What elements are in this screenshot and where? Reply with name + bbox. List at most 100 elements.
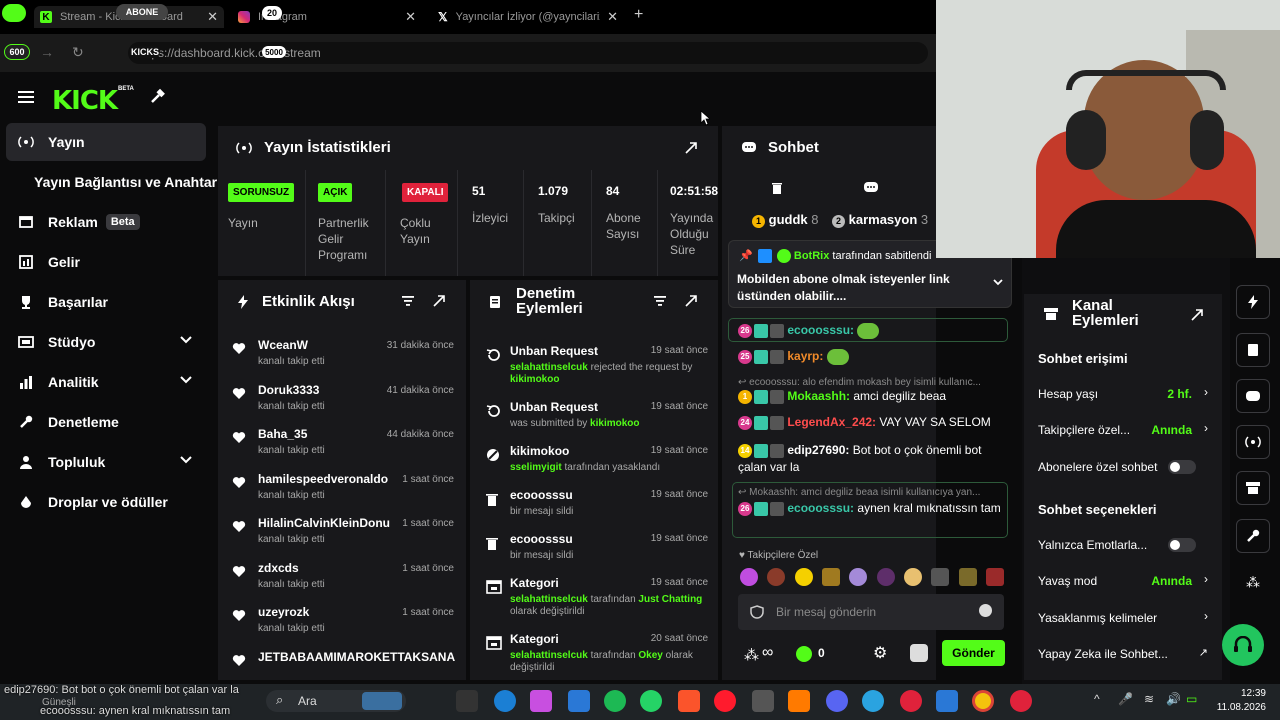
send-button[interactable]: Gönder — [942, 640, 1005, 666]
chrome-icon[interactable] — [972, 690, 994, 712]
sidebar-item-reklam[interactable]: Reklam Beta — [6, 203, 206, 241]
top-user-2[interactable]: 2 karmasyon 3 — [832, 212, 928, 228]
chevron-right-icon[interactable]: › — [1204, 572, 1208, 586]
feed-username[interactable]: JETBABAAMIMAROKETTAKSANA — [258, 650, 455, 664]
chat-username[interactable]: ecooosssu — [787, 501, 850, 515]
spotify-icon[interactable] — [604, 690, 626, 712]
discord-icon[interactable] — [826, 690, 848, 712]
channel-setting-row[interactable]: Yavaş mod Anında › — [1038, 571, 1210, 591]
chat-username[interactable]: LegendAx_242 — [787, 415, 872, 429]
close-tab-icon[interactable]: ✕ — [405, 9, 416, 25]
chevron-down-icon[interactable] — [180, 376, 192, 384]
channel-setting-row[interactable]: Abonelere özel sohbet — [1038, 457, 1210, 477]
taskbar-search[interactable]: ⌕ Ara — [266, 690, 406, 712]
popout-icon[interactable] — [684, 141, 698, 155]
kick-points-icon[interactable]: ⁂ — [744, 646, 759, 664]
channel-setting-row[interactable]: Yalnızca Emotlarla... — [1038, 535, 1210, 555]
clock-time[interactable]: 12:39 — [1232, 688, 1266, 699]
emote-icon[interactable] — [767, 568, 786, 586]
url-field[interactable]: https://dashboard.kick.com/stream — [128, 42, 928, 64]
emote-icon[interactable] — [958, 568, 977, 586]
chevron-down-icon[interactable] — [180, 456, 192, 464]
battery-icon[interactable]: ▭ — [1186, 692, 1197, 706]
reload-icon[interactable]: ↻ — [72, 44, 84, 61]
back-icon[interactable]: → — [40, 44, 54, 60]
tab-instagram[interactable]: Instagram ✕ — [232, 6, 422, 28]
popout-icon[interactable] — [684, 294, 698, 308]
emote-icon[interactable] — [740, 568, 758, 586]
telegram-icon[interactable] — [862, 690, 884, 712]
feed-username[interactable]: uzeyrozk — [258, 605, 309, 619]
emote-icon[interactable] — [849, 568, 868, 586]
app-icon[interactable] — [1010, 690, 1032, 712]
taskview-icon[interactable] — [456, 690, 478, 712]
feed-item[interactable]: Baha_35 kanalı takip etti 44 dakika önce — [218, 423, 466, 467]
feed-username[interactable]: WceanW — [258, 338, 308, 352]
feed-item[interactable]: HilalinCalvinKleinDonu kanalı takip etti 1… — [218, 512, 466, 556]
chat-username[interactable]: ecooosssu — [787, 323, 850, 337]
tab-x[interactable]: 𝕏 Yayıncılar İzliyor (@yayncilarizlio ✕ — [432, 6, 624, 28]
filter-icon[interactable] — [654, 296, 666, 306]
feed-username[interactable]: hamilespeedveronaldo — [258, 472, 388, 486]
sidebar-item-denetleme[interactable]: Denetleme — [6, 403, 206, 441]
feed-username[interactable]: Doruk3333 — [258, 383, 319, 397]
chevron-down-icon[interactable] — [180, 336, 192, 344]
emote-icon[interactable] — [903, 568, 922, 586]
volume-icon[interactable]: 🔊 — [1166, 692, 1181, 706]
emoji-icon[interactable] — [979, 604, 992, 617]
emote-icon[interactable] — [794, 568, 813, 586]
wifi-icon[interactable]: ≋ — [1144, 692, 1154, 706]
chevron-right-icon[interactable]: › — [1204, 609, 1208, 623]
whatsapp-icon[interactable] — [640, 690, 662, 712]
sidebar-item-yayin[interactable]: Yayın — [6, 123, 206, 161]
feed-item[interactable]: zdxcds kanalı takip etti 1 saat önce — [218, 557, 466, 601]
kick-logo[interactable]: KICK — [52, 86, 118, 116]
emote-icon[interactable] — [821, 568, 840, 586]
app-icon[interactable] — [788, 690, 810, 712]
popout-icon[interactable] — [432, 294, 446, 308]
app-icon[interactable] — [936, 690, 958, 712]
sidebar-item-studyo[interactable]: Stüdyo — [6, 323, 206, 361]
store-icon[interactable] — [568, 690, 590, 712]
toggle-switch[interactable] — [1168, 538, 1196, 552]
sidebar-item-gelir[interactable]: Gelir — [6, 243, 206, 281]
channel-setting-row[interactable]: Yapay Zeka ile Sohbet... ↗ — [1038, 644, 1210, 664]
chat-username[interactable]: Mokaashh — [787, 389, 846, 403]
new-tab-button[interactable]: + — [634, 6, 643, 24]
chevron-right-icon[interactable]: › — [1204, 421, 1208, 435]
tray-chevron-icon[interactable]: ^ — [1094, 692, 1100, 706]
app-icon[interactable] — [752, 690, 774, 712]
rail-chat-icon[interactable] — [1236, 379, 1270, 413]
popout-icon[interactable] — [1190, 308, 1204, 322]
channel-points-icon[interactable] — [796, 646, 812, 662]
sidebar-item-stream-key[interactable]: Yayın Bağlantısı ve Anahtarı — [20, 163, 221, 201]
feed-username[interactable]: zdxcds — [258, 561, 299, 575]
settings-gear-icon[interactable]: ⚙ — [873, 643, 887, 663]
opera-icon[interactable] — [714, 690, 736, 712]
copilot-icon[interactable] — [530, 690, 552, 712]
chat-settings-icon[interactable] — [864, 182, 878, 194]
close-tab-icon[interactable]: ✕ — [607, 9, 618, 25]
channel-setting-row[interactable]: Takipçilere özel... Anında › — [1038, 420, 1210, 440]
feed-item[interactable]: WceanW kanalı takip etti 31 dakika önce — [218, 334, 466, 378]
chevron-down-icon[interactable] — [993, 279, 1003, 286]
brave-icon[interactable] — [678, 690, 700, 712]
filter-icon[interactable] — [402, 296, 414, 306]
sidebar-item-topluluk[interactable]: Topluluk — [6, 443, 206, 481]
sidebar-item-analitik[interactable]: Analitik — [6, 363, 206, 401]
emote-icon[interactable] — [931, 568, 950, 586]
hamburger-menu-icon[interactable] — [18, 90, 34, 104]
clock-date[interactable]: 11.08.2026 — [1206, 702, 1266, 713]
chat-username[interactable]: edip27690 — [787, 443, 845, 457]
feed-username[interactable]: Baha_35 — [258, 427, 307, 441]
feed-item[interactable]: JETBABAAMIMAROKETTAKSANA — [218, 646, 466, 681]
sidebar-item-basarilar[interactable]: Başarılar — [6, 283, 206, 321]
close-tab-icon[interactable]: ✕ — [207, 9, 218, 25]
chevron-right-icon[interactable]: › — [1204, 385, 1208, 399]
edge-icon[interactable] — [494, 690, 516, 712]
opera-gx-icon[interactable] — [900, 690, 922, 712]
mic-icon[interactable]: 🎤 — [1118, 692, 1133, 706]
channel-setting-row[interactable]: Hesap yaşı 2 hf. › — [1038, 384, 1210, 404]
hammer-icon[interactable] — [148, 88, 166, 106]
top-user-1[interactable]: 1 guddk 8 — [752, 212, 818, 228]
